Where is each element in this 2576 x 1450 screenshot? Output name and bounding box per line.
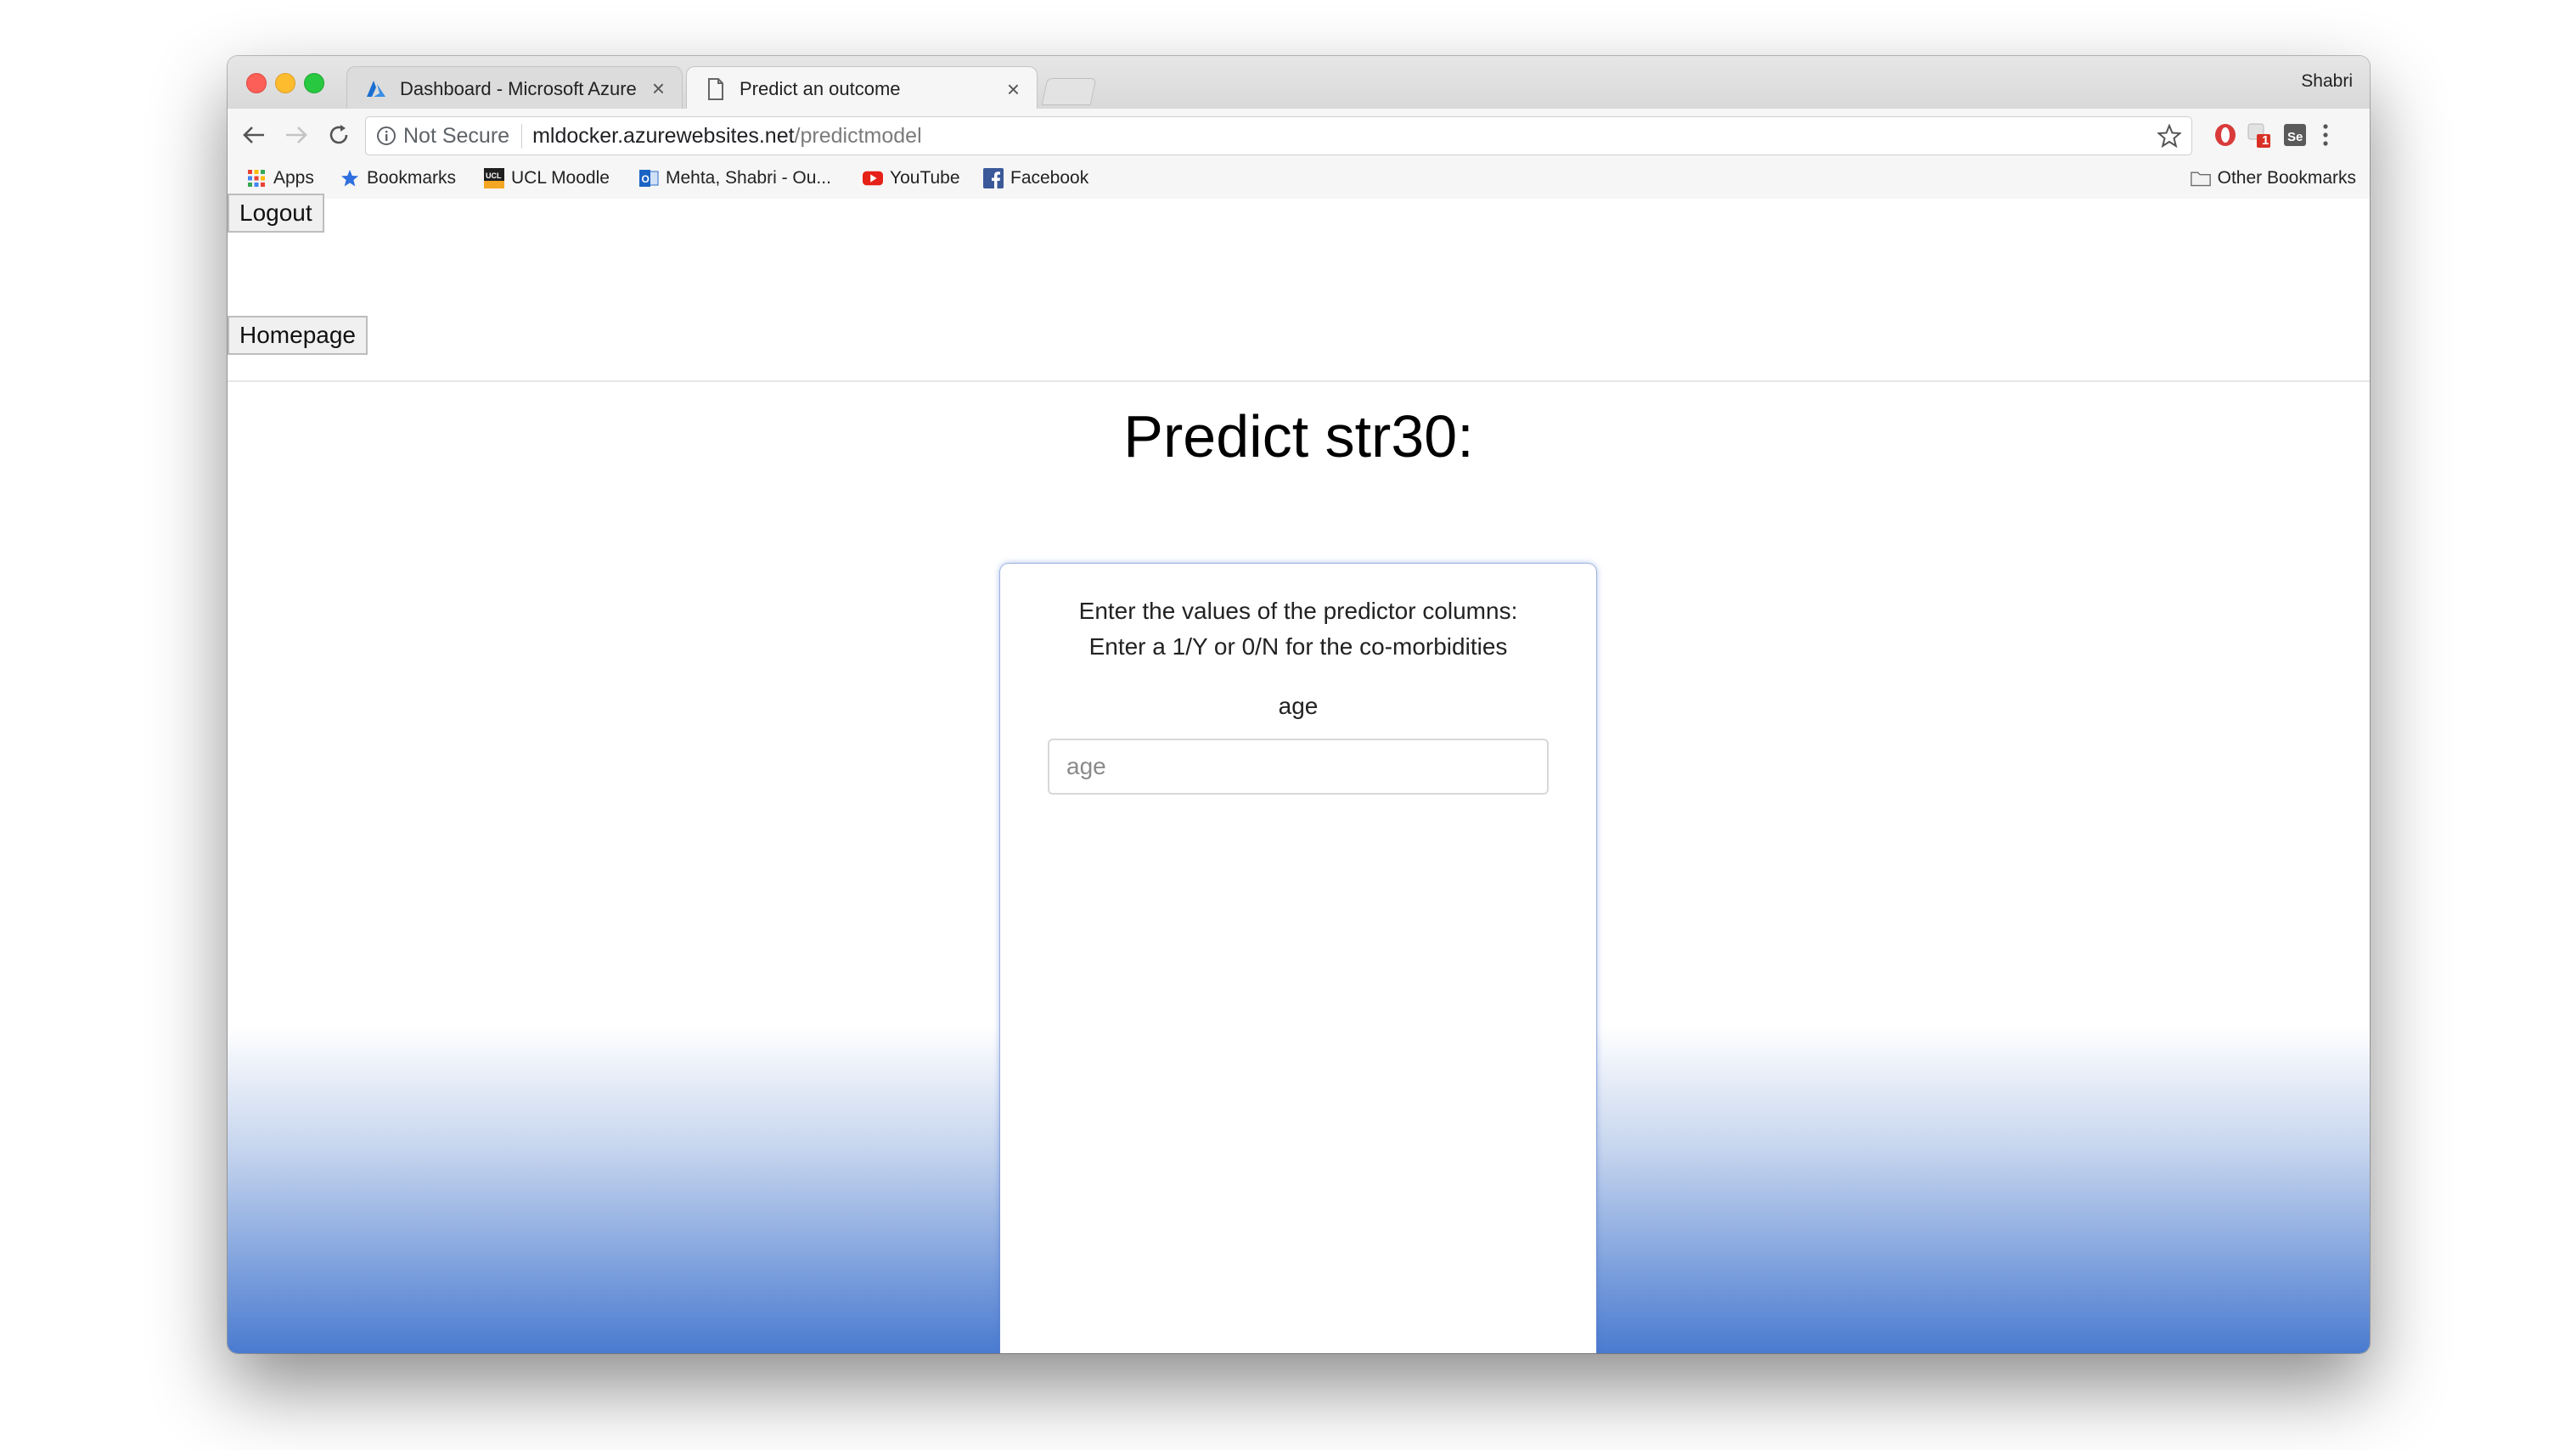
svg-text:UCL: UCL (486, 171, 502, 180)
tab-close-icon[interactable]: × (1007, 76, 1020, 103)
age-input[interactable] (1048, 739, 1549, 795)
bookmark-label: UCL Moodle (511, 168, 610, 188)
opera-extension-icon[interactable] (2211, 121, 2240, 149)
instructions-text: Enter the values of the predictor column… (1078, 598, 1518, 624)
bookmarks-bar: Apps Bookmarks UCL UCL Moodle O Mehta, S… (228, 161, 2370, 200)
browser-toolbar: Not Secure mldocker.azurewebsites.net /p… (228, 109, 2370, 161)
extension-badge-icon[interactable]: 1 (2245, 121, 2274, 149)
address-bar[interactable]: Not Secure mldocker.azurewebsites.net /p… (365, 116, 2192, 155)
new-tab-button[interactable] (1041, 78, 1097, 105)
tab-dashboard-azure[interactable]: Dashboard - Microsoft Azure × (346, 66, 683, 110)
menu-kebab-icon[interactable] (2311, 121, 2340, 149)
bookmark-other-bookmarks[interactable]: Other Bookmarks (2190, 168, 2356, 188)
url-path: /predictmodel (794, 123, 922, 148)
bookmark-star-icon[interactable] (2157, 124, 2181, 148)
tab-title: Dashboard - Microsoft Azure (400, 77, 637, 99)
forward-icon[interactable] (280, 119, 312, 151)
info-icon[interactable] (376, 126, 397, 146)
homepage-button[interactable]: Homepage (228, 316, 368, 355)
zoom-window-button[interactable] (304, 73, 324, 93)
instructions-comorbidities-text: Enter a 1/Y or 0/N for the co-morbiditie… (1088, 633, 1508, 660)
bookmark-apps[interactable]: Apps (246, 168, 314, 188)
bookmark-label: Apps (273, 168, 314, 188)
star-icon (340, 168, 360, 188)
age-field-label: age (1278, 693, 1319, 719)
browser-window: Dashboard - Microsoft Azure × Predict an… (228, 56, 2370, 1353)
security-label[interactable]: Not Secure (403, 123, 523, 149)
prediction-form-card: Enter the values of the predictor column… (1000, 564, 1596, 1353)
tab-close-icon[interactable]: × (652, 76, 665, 102)
page-viewport: Logout Homepage Predict str30: Enter the… (228, 194, 2370, 1353)
divider (228, 380, 2370, 382)
tab-strip: Dashboard - Microsoft Azure × Predict an… (228, 56, 2370, 111)
svg-text:O: O (642, 173, 650, 185)
bookmark-youtube[interactable]: YouTube (863, 168, 960, 188)
reload-icon[interactable] (323, 119, 355, 151)
tab-title: Predict an outcome (740, 78, 901, 99)
profile-name[interactable]: Shabri (2301, 71, 2353, 92)
bookmark-label: Mehta, Shabri - Ou... (666, 168, 831, 188)
bookmark-label: Other Bookmarks (2217, 168, 2356, 188)
url-host: mldocker.azurewebsites.net (532, 123, 795, 148)
folder-icon (2190, 168, 2211, 188)
page-icon (704, 77, 728, 101)
bookmark-label: YouTube (890, 168, 960, 188)
svg-text:Se: Se (2287, 130, 2303, 144)
bookmark-ucl-moodle[interactable]: UCL UCL Moodle (484, 168, 610, 188)
logout-button[interactable]: Logout (228, 194, 324, 233)
minimize-window-button[interactable] (275, 73, 295, 93)
tab-predict-outcome[interactable]: Predict an outcome × (686, 66, 1038, 111)
page-title: Predict str30: (1123, 403, 1474, 469)
bookmark-facebook[interactable]: Facebook (983, 168, 1088, 188)
bookmark-label: Facebook (1010, 168, 1089, 188)
outlook-icon: O (638, 168, 659, 188)
apps-grid-icon (246, 168, 267, 188)
azure-icon (364, 77, 388, 101)
ucl-icon: UCL (484, 168, 504, 188)
facebook-icon (983, 168, 1004, 188)
bookmark-bookmarks[interactable]: Bookmarks (340, 168, 456, 188)
selenium-extension-icon[interactable]: Se (2281, 121, 2309, 149)
back-icon[interactable] (238, 119, 270, 151)
bookmark-label: Bookmarks (367, 168, 457, 188)
close-window-button[interactable] (246, 73, 267, 93)
youtube-icon (863, 168, 883, 188)
extension-badge-count: 1 (2262, 133, 2269, 148)
bookmark-outlook[interactable]: O Mehta, Shabri - Ou... (638, 168, 831, 188)
